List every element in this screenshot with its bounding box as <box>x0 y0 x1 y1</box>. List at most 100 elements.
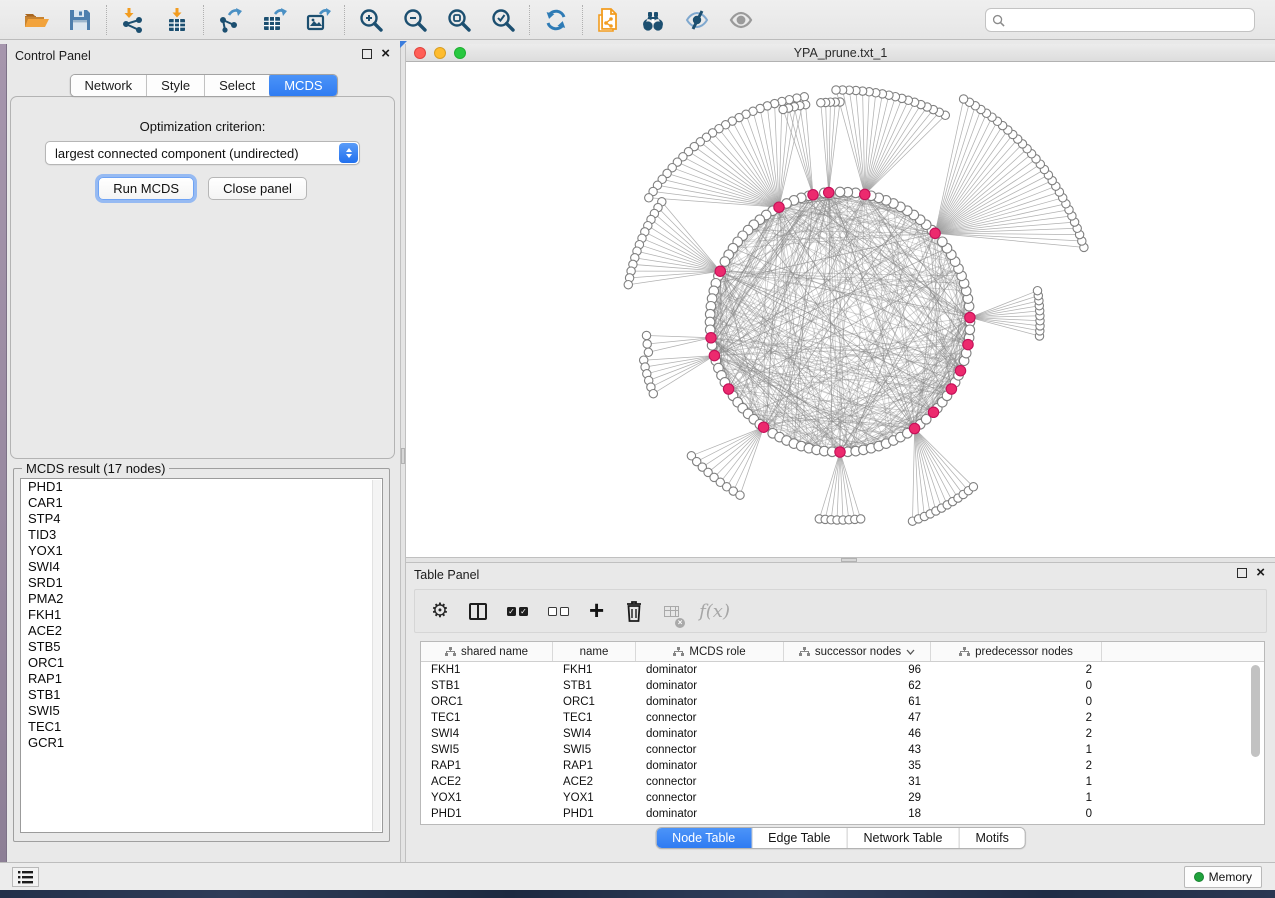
network-leaf-node[interactable] <box>969 483 977 491</box>
network-leaf-node[interactable] <box>817 99 825 107</box>
mcds-result-item[interactable]: PMA2 <box>21 591 382 607</box>
mcds-result-item[interactable]: GCR1 <box>21 735 382 751</box>
mcds-result-item[interactable]: ORC1 <box>21 655 382 671</box>
scrollbar-thumb[interactable] <box>1251 665 1260 757</box>
table-scrollbar[interactable] <box>1251 663 1260 822</box>
network-leaf-node[interactable] <box>959 95 967 103</box>
mcds-list-scrollbar[interactable] <box>372 480 381 831</box>
mcds-node[interactable] <box>946 384 956 394</box>
deselect-all-button[interactable] <box>548 598 569 624</box>
save-session-button[interactable] <box>66 6 94 34</box>
close-panel-icon[interactable]: × <box>1256 568 1265 578</box>
table-settings-button[interactable]: ⚙ <box>431 598 449 624</box>
mcds-result-item[interactable]: TEC1 <box>21 719 382 735</box>
mcds-node[interactable] <box>774 202 784 212</box>
export-network-button[interactable] <box>216 6 244 34</box>
show-all-button[interactable] <box>727 6 755 34</box>
minimize-window-icon[interactable] <box>434 47 446 59</box>
mcds-result-item[interactable]: ACE2 <box>21 623 382 639</box>
tab-style[interactable]: Style <box>147 75 205 96</box>
import-table-button[interactable] <box>163 6 191 34</box>
zoom-in-button[interactable] <box>357 6 385 34</box>
mcds-node[interactable] <box>808 190 818 200</box>
splitter-handle[interactable] <box>841 558 857 562</box>
find-button[interactable] <box>639 6 667 34</box>
column-header-successor-nodes[interactable]: successor nodes <box>784 642 931 661</box>
open-file-button[interactable] <box>22 6 50 34</box>
task-history-button[interactable] <box>12 867 39 887</box>
table-row[interactable]: ACE2ACE2connector311 <box>421 774 1264 790</box>
delete-column-button[interactable] <box>624 598 644 624</box>
mcds-result-item[interactable]: STP4 <box>21 511 382 527</box>
table-row[interactable]: RAP1RAP1dominator352 <box>421 758 1264 774</box>
mcds-result-item[interactable]: PHD1 <box>21 479 382 495</box>
mcds-result-item[interactable]: TID3 <box>21 527 382 543</box>
mcds-node[interactable] <box>955 366 965 376</box>
mcds-result-item[interactable]: SRD1 <box>21 575 382 591</box>
search-field[interactable] <box>985 8 1255 32</box>
mcds-node[interactable] <box>835 447 845 457</box>
table-row[interactable]: SWI5SWI5connector431 <box>421 742 1264 758</box>
column-header-shared-name[interactable]: shared name <box>421 642 553 661</box>
mcds-node[interactable] <box>928 407 938 417</box>
network-node[interactable] <box>965 325 975 335</box>
network-leaf-node[interactable] <box>645 194 653 202</box>
network-node[interactable] <box>835 187 845 197</box>
network-node[interactable] <box>720 257 730 267</box>
column-header-predecessor-nodes[interactable]: predecessor nodes <box>931 642 1102 661</box>
float-panel-icon[interactable] <box>1237 568 1247 578</box>
tab-network[interactable]: Network <box>70 75 147 96</box>
mcds-node[interactable] <box>706 333 716 343</box>
import-network-button[interactable] <box>119 6 147 34</box>
mcds-node[interactable] <box>715 266 725 276</box>
zoom-out-button[interactable] <box>401 6 429 34</box>
network-leaf-node[interactable] <box>779 105 787 113</box>
show-columns-button[interactable] <box>469 598 487 624</box>
maximize-window-icon[interactable] <box>454 47 466 59</box>
network-node[interactable] <box>938 237 948 247</box>
network-leaf-node[interactable] <box>644 348 652 356</box>
mcds-result-item[interactable]: YOX1 <box>21 543 382 559</box>
mcds-node[interactable] <box>709 350 719 360</box>
mcds-result-item[interactable]: FKH1 <box>21 607 382 623</box>
run-mcds-button[interactable]: Run MCDS <box>98 177 194 200</box>
mcds-result-item[interactable]: RAP1 <box>21 671 382 687</box>
float-panel-icon[interactable] <box>362 49 372 59</box>
mcds-node[interactable] <box>965 312 975 322</box>
close-panel-icon[interactable]: × <box>381 49 390 59</box>
splitter-handle[interactable] <box>401 448 405 464</box>
table-row[interactable]: TEC1TEC1connector472 <box>421 710 1264 726</box>
network-leaf-node[interactable] <box>649 390 657 398</box>
table-row[interactable]: SWI4SWI4dominator462 <box>421 726 1264 742</box>
zoom-fit-button[interactable] <box>445 6 473 34</box>
network-leaf-node[interactable] <box>643 340 651 348</box>
table-row[interactable]: ORC1ORC1dominator610 <box>421 694 1264 710</box>
tab-network-table[interactable]: Network Table <box>848 828 960 848</box>
table-row[interactable]: FKH1FKH1dominator962 <box>421 662 1264 678</box>
mcds-result-item[interactable]: STB5 <box>21 639 382 655</box>
tab-node-table[interactable]: Node Table <box>656 828 752 848</box>
table-row[interactable]: YOX1YOX1connector291 <box>421 790 1264 806</box>
select-all-button[interactable]: ✓✓ <box>507 598 528 624</box>
tab-edge-table[interactable]: Edge Table <box>752 828 847 848</box>
mcds-node[interactable] <box>723 384 733 394</box>
memory-button[interactable]: Memory <box>1184 866 1262 888</box>
column-header-name[interactable]: name <box>553 642 636 661</box>
zoom-selected-button[interactable] <box>489 6 517 34</box>
table-row[interactable]: PHD1PHD1dominator180 <box>421 806 1264 822</box>
network-from-file-button[interactable] <box>595 6 623 34</box>
network-leaf-node[interactable] <box>624 281 632 289</box>
mcds-node[interactable] <box>860 189 870 199</box>
network-leaf-node[interactable] <box>736 491 744 499</box>
network-leaf-node[interactable] <box>857 515 865 523</box>
column-header-MCDS-role[interactable]: MCDS role <box>636 642 784 661</box>
network-window-titlebar[interactable]: YPA_prune.txt_1 <box>406 44 1275 62</box>
mcds-result-item[interactable]: STB1 <box>21 687 382 703</box>
add-column-button[interactable]: + <box>589 598 604 624</box>
export-table-button[interactable] <box>260 6 288 34</box>
close-window-icon[interactable] <box>414 47 426 59</box>
close-panel-button[interactable]: Close panel <box>208 177 307 200</box>
export-image-button[interactable] <box>304 6 332 34</box>
mcds-node[interactable] <box>824 187 834 197</box>
tab-motifs[interactable]: Motifs <box>959 828 1024 848</box>
